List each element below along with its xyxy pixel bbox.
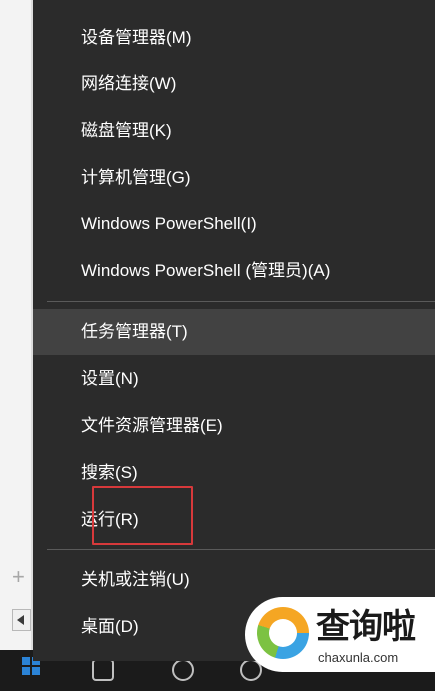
menu-item-label: 磁盘管理(K) xyxy=(81,121,172,140)
watermark-url: chaxunla.com xyxy=(318,650,399,665)
menu-item-label: 文件资源管理器(E) xyxy=(81,416,223,435)
menu-item-label: 设备管理器(M) xyxy=(81,28,192,47)
menu-item-disk-management[interactable]: 磁盘管理(K) xyxy=(33,108,435,154)
menu-item-settings[interactable]: 设置(N) xyxy=(33,356,435,402)
menu-item-powershell-admin[interactable]: Windows PowerShell (管理员)(A) xyxy=(33,248,435,294)
menu-item-label: 任务管理器(T) xyxy=(81,322,188,341)
menu-item-label: 设置(N) xyxy=(81,369,139,388)
scroll-left-button[interactable] xyxy=(12,609,31,631)
watermark-logo-center xyxy=(269,619,297,647)
menu-separator xyxy=(47,549,435,550)
plus-icon[interactable]: + xyxy=(12,566,25,588)
arrow-left-icon xyxy=(17,615,24,625)
winx-context-menu: 设备管理器(M) 网络连接(W) 磁盘管理(K) 计算机管理(G) Window… xyxy=(33,0,435,661)
menu-item-device-manager[interactable]: 设备管理器(M) xyxy=(33,15,435,61)
menu-item-label: 桌面(D) xyxy=(81,617,139,636)
task-view-icon[interactable] xyxy=(92,659,114,681)
annotation-highlight-box xyxy=(92,486,193,545)
watermark-logo-text: 查询啦 xyxy=(316,607,416,647)
menu-item-label: 关机或注销(U) xyxy=(81,570,190,589)
menu-item-label: 网络连接(W) xyxy=(81,74,177,93)
menu-separator xyxy=(47,301,435,302)
menu-item-label: Windows PowerShell (管理员)(A) xyxy=(81,261,331,280)
menu-item-label: Windows PowerShell(I) xyxy=(81,214,257,233)
menu-item-task-manager[interactable]: 任务管理器(T) xyxy=(33,309,435,355)
menu-item-powershell[interactable]: Windows PowerShell(I) xyxy=(33,201,435,247)
taskbar-app-icon[interactable] xyxy=(172,659,194,681)
menu-item-network-connections[interactable]: 网络连接(W) xyxy=(33,61,435,107)
menu-item-file-explorer[interactable]: 文件资源管理器(E) xyxy=(33,403,435,449)
menu-item-label: 计算机管理(G) xyxy=(81,168,191,187)
menu-item-computer-management[interactable]: 计算机管理(G) xyxy=(33,155,435,201)
